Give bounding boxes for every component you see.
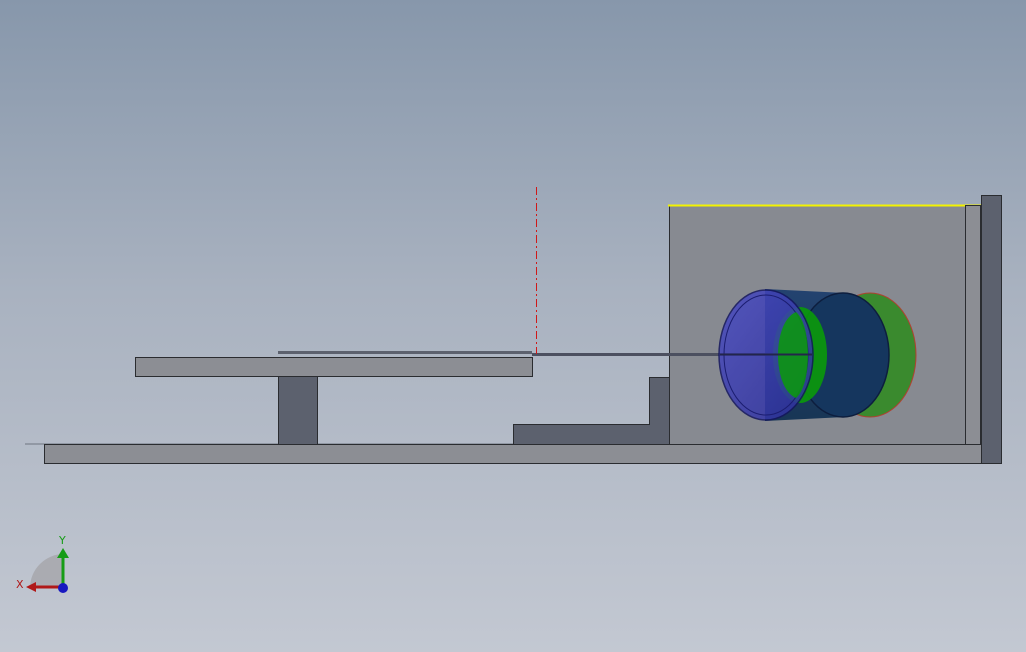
end-plate-inner[interactable] (965, 205, 981, 445)
graphics-viewport[interactable]: Y X (0, 0, 1026, 652)
base-plate[interactable] (44, 444, 982, 464)
y-axis-arrowhead-icon (57, 548, 69, 558)
model-view[interactable]: Y X (0, 0, 1026, 652)
support-post[interactable] (278, 376, 318, 445)
end-plate-outer[interactable] (981, 195, 1002, 464)
slide-plate[interactable] (135, 357, 533, 377)
reference-triad: Y X (16, 534, 69, 593)
y-axis-label: Y (58, 534, 66, 547)
l-bracket[interactable] (513, 377, 670, 445)
x-axis-label: X (16, 578, 24, 591)
z-axis-dot-icon (58, 583, 68, 593)
